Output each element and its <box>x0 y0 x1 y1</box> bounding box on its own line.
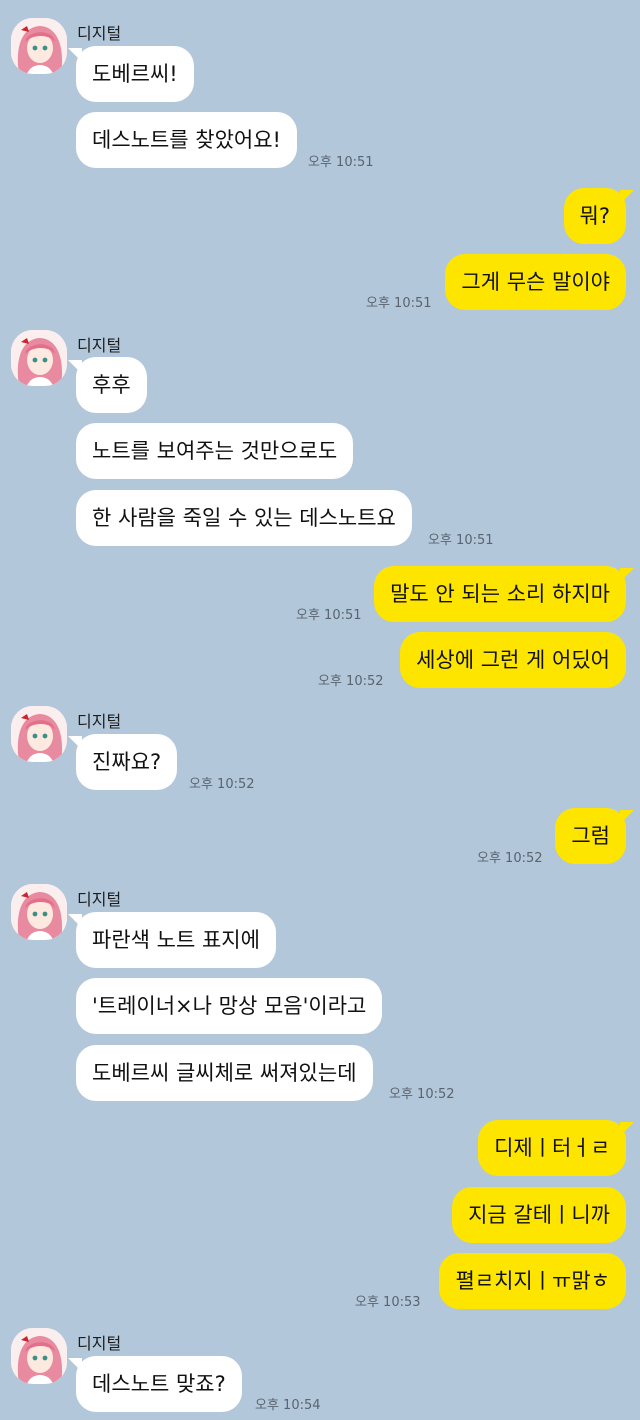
message-time: 오후 10:51 <box>308 155 374 170</box>
message-time: 오후 10:52 <box>318 674 384 689</box>
message-bubble[interactable]: 도베르씨! <box>76 46 194 102</box>
message-bubble[interactable]: 노트를 보여주는 것만으로도 <box>76 423 354 479</box>
message-bubble[interactable]: 세상에 그런 게 어딨어 <box>400 632 626 688</box>
message-bubble[interactable]: 뭐? <box>563 188 626 244</box>
sender-name: 디지털 <box>77 890 122 909</box>
avatar[interactable] <box>11 706 67 762</box>
message-time: 오후 10:52 <box>389 1087 455 1102</box>
message-time: 오후 10:52 <box>477 851 543 866</box>
sender-name: 디지털 <box>77 336 122 355</box>
message-bubble[interactable]: 그럼 <box>555 808 626 864</box>
sender-name: 디지털 <box>77 712 122 731</box>
avatar[interactable] <box>11 884 67 940</box>
message-bubble[interactable]: 도베르씨 글씨체로 써져있는데 <box>76 1045 373 1101</box>
message-time: 오후 10:54 <box>255 1398 321 1413</box>
message-time: 오후 10:53 <box>355 1295 421 1310</box>
avatar[interactable] <box>11 1328 67 1384</box>
message-bubble[interactable]: 데스노트 맞죠? <box>76 1356 242 1412</box>
avatar[interactable] <box>11 18 67 74</box>
message-time: 오후 10:51 <box>366 296 432 311</box>
message-bubble[interactable]: 그게 무슨 말이야 <box>445 254 626 310</box>
message-bubble[interactable]: 펼ㄹ치지ㅣㅠ맑ㅎ <box>439 1253 626 1309</box>
message-bubble[interactable]: 한 사람을 죽일 수 있는 데스노트요 <box>76 490 412 546</box>
message-bubble[interactable]: 데스노트를 찾았어요! <box>76 112 297 168</box>
message-time: 오후 10:51 <box>428 533 494 548</box>
message-bubble[interactable]: 디제ㅣ터ㅓㄹ <box>478 1120 626 1176</box>
sender-name: 디지털 <box>77 24 122 43</box>
sender-name: 디지털 <box>77 1334 122 1353</box>
message-bubble[interactable]: 진짜요? <box>76 734 178 790</box>
avatar[interactable] <box>11 330 67 386</box>
message-time: 오후 10:51 <box>296 608 362 623</box>
message-time: 오후 10:52 <box>189 777 255 792</box>
message-bubble[interactable]: 파란색 노트 표지에 <box>76 912 276 968</box>
message-bubble[interactable]: '트레이너×나 망상 모음'이라고 <box>76 978 383 1034</box>
message-bubble[interactable]: 말도 안 되는 소리 하지마 <box>374 566 626 622</box>
message-bubble[interactable]: 후후 <box>76 357 147 413</box>
message-bubble[interactable]: 지금 갈테ㅣ니까 <box>452 1187 626 1243</box>
